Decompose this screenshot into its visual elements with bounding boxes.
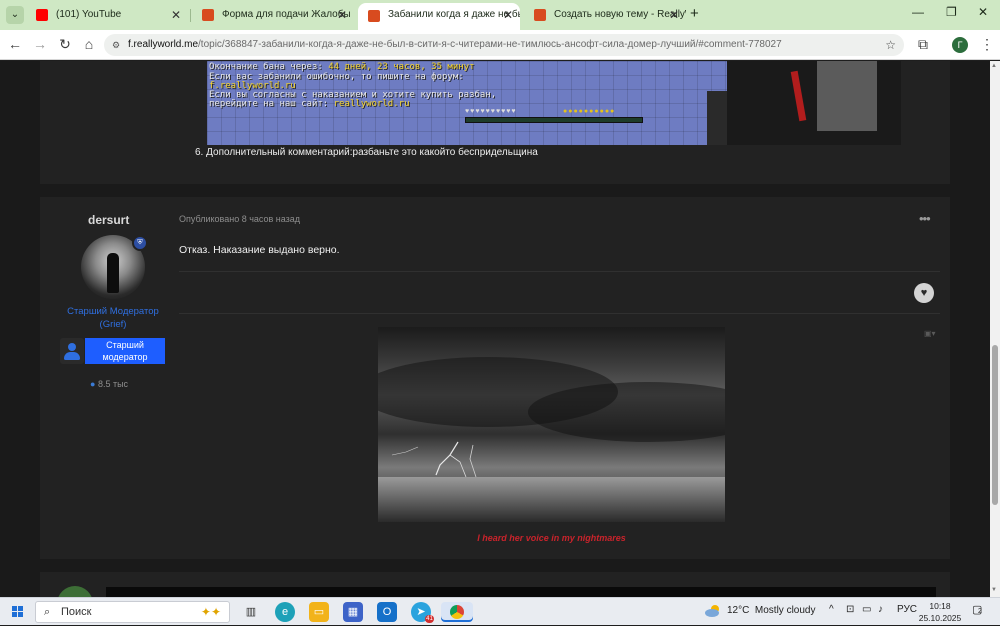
weather-widget[interactable]: 12°C Mostly cloudy (727, 605, 815, 616)
post-menu-icon[interactable]: ••• (919, 211, 931, 226)
outlook-icon[interactable]: O (377, 602, 397, 622)
edge-icon[interactable]: e (275, 602, 295, 622)
tab-title: Создать новую тему - ReallyW (554, 9, 686, 20)
minecraft-ban-screenshot: Окончание бана через: 44 дней, 23 часов,… (207, 61, 901, 145)
complaint-post: Окончание бана через: 44 дней, 23 часов,… (40, 61, 950, 184)
group-label: Старший модератор (85, 338, 165, 364)
telegram-icon[interactable]: ➤ 41 (411, 602, 434, 623)
taskbar-clock[interactable]: 10:18 25.10.2025 (918, 600, 962, 624)
close-tab-icon[interactable]: ✕ (669, 4, 679, 26)
telegram-badge: 41 (425, 615, 434, 623)
extensions-icon[interactable]: ⧉ (914, 36, 932, 53)
tab-complaint-form[interactable]: Форма для подачи Жалобы на ✕ (192, 4, 354, 26)
ban-duration-line: Окончание бана через: 44 дней, 23 часов,… (209, 62, 475, 72)
url-host: f.reallyworld.me (128, 39, 199, 50)
tab-title: Форма для подачи Жалобы на (222, 9, 354, 20)
post-image (106, 587, 936, 597)
reputation-count: ● 8.5 тыс (90, 379, 129, 389)
bookmark-star-icon[interactable]: ☆ (885, 34, 896, 56)
site-info-icon[interactable]: ⚙ (112, 34, 120, 56)
volume-icon[interactable]: ♪ (878, 604, 883, 615)
show-hidden-icons[interactable]: ^ (829, 604, 834, 615)
tab-search-button[interactable]: ⌄ (6, 6, 24, 24)
signature-toggle-icon[interactable]: ▣▾ (924, 329, 936, 338)
signature-text: I heard her voice in my nightmares (477, 533, 626, 543)
close-tab-icon[interactable]: ✕ (337, 4, 347, 26)
language-indicator[interactable]: РУС (897, 604, 917, 615)
youtube-icon (36, 9, 48, 21)
minimize-icon[interactable]: — (912, 5, 924, 19)
restore-icon[interactable]: ❐ (946, 5, 957, 19)
next-post (40, 572, 950, 597)
network-icon[interactable]: ▭ (862, 604, 871, 615)
additional-comment: 6. Дополнительный комментарий:разбаньте … (195, 147, 538, 158)
signature-image (378, 327, 725, 522)
divider (179, 313, 940, 314)
forward-icon[interactable]: → (31, 36, 49, 52)
file-explorer-icon[interactable]: ▭ (309, 602, 329, 622)
divider (179, 271, 940, 272)
moderator-reply-post: dersurt ⛨ Старший Модератор (Grief) Стар… (40, 197, 950, 559)
browser-toolbar: ← → ↻ ⌂ ⚙ f.reallyworld.me/topic/368847-… (0, 30, 1000, 60)
tab-title: Забанили когда я даже не был (388, 9, 520, 20)
comment-icon: ● (90, 379, 96, 389)
author-avatar[interactable] (57, 586, 93, 597)
forum-icon (202, 9, 214, 21)
taskbar-search[interactable]: ⌕ Поиск ✦✦ (35, 601, 230, 623)
url-path: /topic/368847-забанили-когда-я-даже-не-б… (198, 39, 782, 50)
hunger-bar: ●●●●●●●●●● (563, 108, 616, 115)
home-icon[interactable]: ⌂ (80, 36, 98, 52)
close-tab-icon[interactable]: ✕ (171, 4, 181, 26)
health-hearts: ♥♥♥♥♥♥♥♥♥♥ (465, 108, 517, 115)
address-bar[interactable]: ⚙ f.reallyworld.me/topic/368847-забанили… (104, 34, 904, 56)
store-icon[interactable]: ▦ (343, 602, 363, 622)
published-time[interactable]: Опубликовано 8 часов назад (179, 214, 300, 224)
close-window-icon[interactable]: ✕ (978, 5, 988, 19)
new-tab-button[interactable]: + (690, 5, 699, 22)
partly-cloudy-icon (705, 605, 719, 617)
forum-page: Окончание бана через: 44 дней, 23 часов,… (0, 61, 990, 597)
author-rank: Старший Модератор (Grief) (67, 306, 159, 330)
reload-icon[interactable]: ↻ (56, 36, 74, 53)
group-icon (60, 338, 84, 364)
tab-create-topic[interactable]: Создать новую тему - ReallyW ✕ (524, 4, 686, 26)
search-icon: ⌕ (44, 606, 51, 618)
scrollbar-thumb[interactable] (992, 345, 998, 505)
page-scrollbar[interactable]: ▲ ▼ (990, 61, 1000, 597)
forum-icon (368, 10, 380, 22)
back-icon[interactable]: ← (6, 36, 24, 52)
task-view-icon[interactable]: ▥ (241, 602, 261, 622)
post-body: Отказ. Наказание выдано верно. (179, 244, 340, 256)
tab-youtube[interactable]: (101) YouTube ✕ (26, 4, 188, 26)
tab-banned-topic[interactable]: Забанили когда я даже не был ✕ (358, 3, 520, 30)
windows-start-icon[interactable] (12, 606, 24, 618)
forum-icon (534, 9, 546, 21)
chrome-icon[interactable] (441, 602, 473, 622)
camera-icon[interactable]: ⊡ (846, 604, 854, 615)
search-placeholder: Поиск (61, 606, 92, 618)
minecraft-hotbar (465, 117, 643, 123)
profile-avatar[interactable]: Г (952, 37, 968, 53)
unban-site-line: перейдите на наш сайт: reallyworld.ru (209, 99, 410, 109)
browser-tab-bar: ⌄ (101) YouTube ✕ Форма для подачи Жалоб… (0, 0, 1000, 30)
close-tab-icon[interactable]: ✕ (503, 3, 513, 27)
moderator-shield-icon: ⛨ (132, 235, 148, 251)
clock-date: 25.10.2025 (918, 613, 962, 623)
tab-title: (101) YouTube (56, 9, 122, 20)
windows-taskbar: ⌕ Поиск ✦✦ ▥ e ▭ ▦ O ➤ 41 12°C Mostly clo… (0, 597, 1000, 625)
clock-time: 10:18 (929, 601, 951, 611)
heart-icon[interactable]: ♥ (914, 283, 934, 303)
copilot-sparkle-icon: ✦✦ (200, 605, 221, 619)
notification-count: 2 (978, 608, 982, 615)
author-name[interactable]: dersurt (88, 213, 129, 227)
browser-menu-icon[interactable]: ⋮ (978, 36, 996, 53)
